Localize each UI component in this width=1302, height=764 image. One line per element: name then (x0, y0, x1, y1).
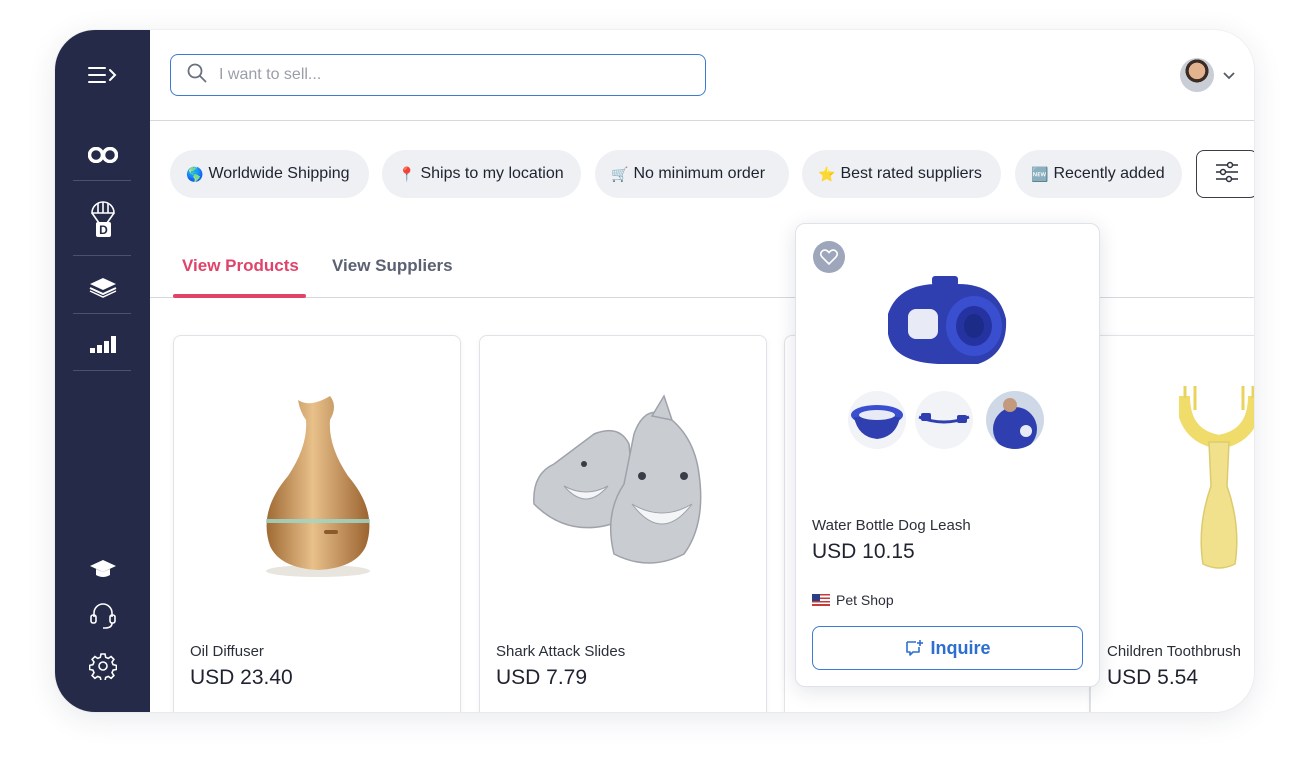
filter-chip-label: No minimum order (633, 165, 766, 182)
app-window: D I want to sell... 🌎 Worldwide Shipping… (55, 30, 1254, 712)
pin-icon: 📍 (398, 165, 416, 182)
filter-chip-recently-added[interactable]: 🆕 Recently added (1015, 150, 1182, 198)
chevron-down-icon[interactable] (1222, 68, 1236, 86)
inquire-label: Inquire (930, 637, 991, 658)
signal-bars-icon[interactable] (55, 330, 150, 358)
product-card[interactable]: Shark Attack Slides USD 7.79 (479, 335, 767, 712)
new-badge-icon: 🆕 (1031, 165, 1049, 182)
sidebar-divider (73, 370, 131, 371)
filter-chip-no-minimum-order[interactable]: 🛒 No minimum order (595, 150, 789, 198)
heart-icon[interactable] (813, 241, 845, 273)
tab-view-suppliers[interactable]: View Suppliers (332, 256, 453, 276)
product-price: USD 7.79 (496, 666, 588, 689)
layers-icon[interactable] (55, 272, 150, 302)
inquire-button[interactable]: Inquire (812, 626, 1083, 670)
filter-chip-label: Ships to my location (420, 165, 564, 182)
infinity-icon[interactable] (55, 142, 150, 168)
filter-chip-label: Recently added (1053, 165, 1165, 182)
product-card[interactable]: Oil Diffuser USD 23.40 (173, 335, 461, 712)
chat-plus-icon (904, 639, 924, 657)
globe-icon: 🌎 (186, 165, 204, 182)
sidebar: D (55, 30, 150, 712)
product-price: USD 10.15 (812, 540, 915, 563)
us-flag-icon (812, 594, 830, 606)
menu-expand-icon[interactable] (55, 60, 150, 90)
product-image-shark-slides (524, 394, 724, 579)
product-name: Water Bottle Dog Leash (812, 517, 971, 534)
star-icon: ⭐ (818, 165, 836, 182)
tab-view-products[interactable]: View Products (182, 256, 299, 276)
gear-icon[interactable] (55, 650, 150, 682)
filter-chip-label: Best rated suppliers (840, 165, 982, 182)
supplier-info[interactable]: Pet Shop (812, 592, 894, 608)
sliders-icon (1215, 161, 1239, 188)
svg-text:D: D (99, 223, 108, 237)
product-image-dog-leash (878, 274, 1018, 379)
product-price: USD 5.54 (1107, 666, 1199, 689)
sidebar-divider (73, 180, 131, 181)
filter-chip-ships-to-my-location[interactable]: 📍 Ships to my location (382, 150, 581, 198)
product-image-children-toothbrush (1176, 376, 1254, 581)
product-thumbnail[interactable] (915, 391, 973, 449)
product-name: Oil Diffuser (190, 643, 264, 660)
search-bar[interactable] (170, 54, 706, 96)
product-name: Children Toothbrush (1107, 643, 1241, 660)
cart-icon: 🛒 (611, 165, 629, 182)
active-tab-indicator (173, 294, 306, 298)
supplier-name: Pet Shop (836, 592, 894, 608)
filter-chip-best-rated-suppliers[interactable]: ⭐ Best rated suppliers (802, 150, 1001, 198)
filter-settings-button[interactable] (1196, 150, 1254, 198)
product-name: Shark Attack Slides (496, 643, 626, 660)
product-price: USD 23.40 (190, 666, 293, 689)
filter-chip-worldwide-shipping[interactable]: 🌎 Worldwide Shipping (170, 150, 369, 198)
sidebar-divider (73, 255, 131, 256)
graduation-cap-icon[interactable] (55, 556, 150, 582)
main-content: 🌎 Worldwide Shipping 📍 Ships to my locat… (150, 30, 1254, 712)
headset-icon[interactable] (55, 600, 150, 632)
header-divider (150, 120, 1254, 121)
sidebar-divider (73, 313, 131, 314)
parachute-icon[interactable]: D (55, 198, 150, 242)
search-input[interactable] (219, 66, 679, 84)
search-icon (187, 63, 207, 88)
product-popup[interactable]: Water Bottle Dog Leash USD 10.15 Pet Sho… (795, 223, 1100, 687)
product-thumbnail[interactable] (986, 391, 1044, 449)
avatar[interactable] (1180, 58, 1214, 92)
product-image-oil-diffuser (238, 386, 398, 591)
filter-chip-label: Worldwide Shipping (208, 165, 350, 182)
product-thumbnail[interactable] (848, 391, 906, 449)
product-card[interactable]: Children Toothbrush USD 5.54 (1090, 335, 1254, 712)
